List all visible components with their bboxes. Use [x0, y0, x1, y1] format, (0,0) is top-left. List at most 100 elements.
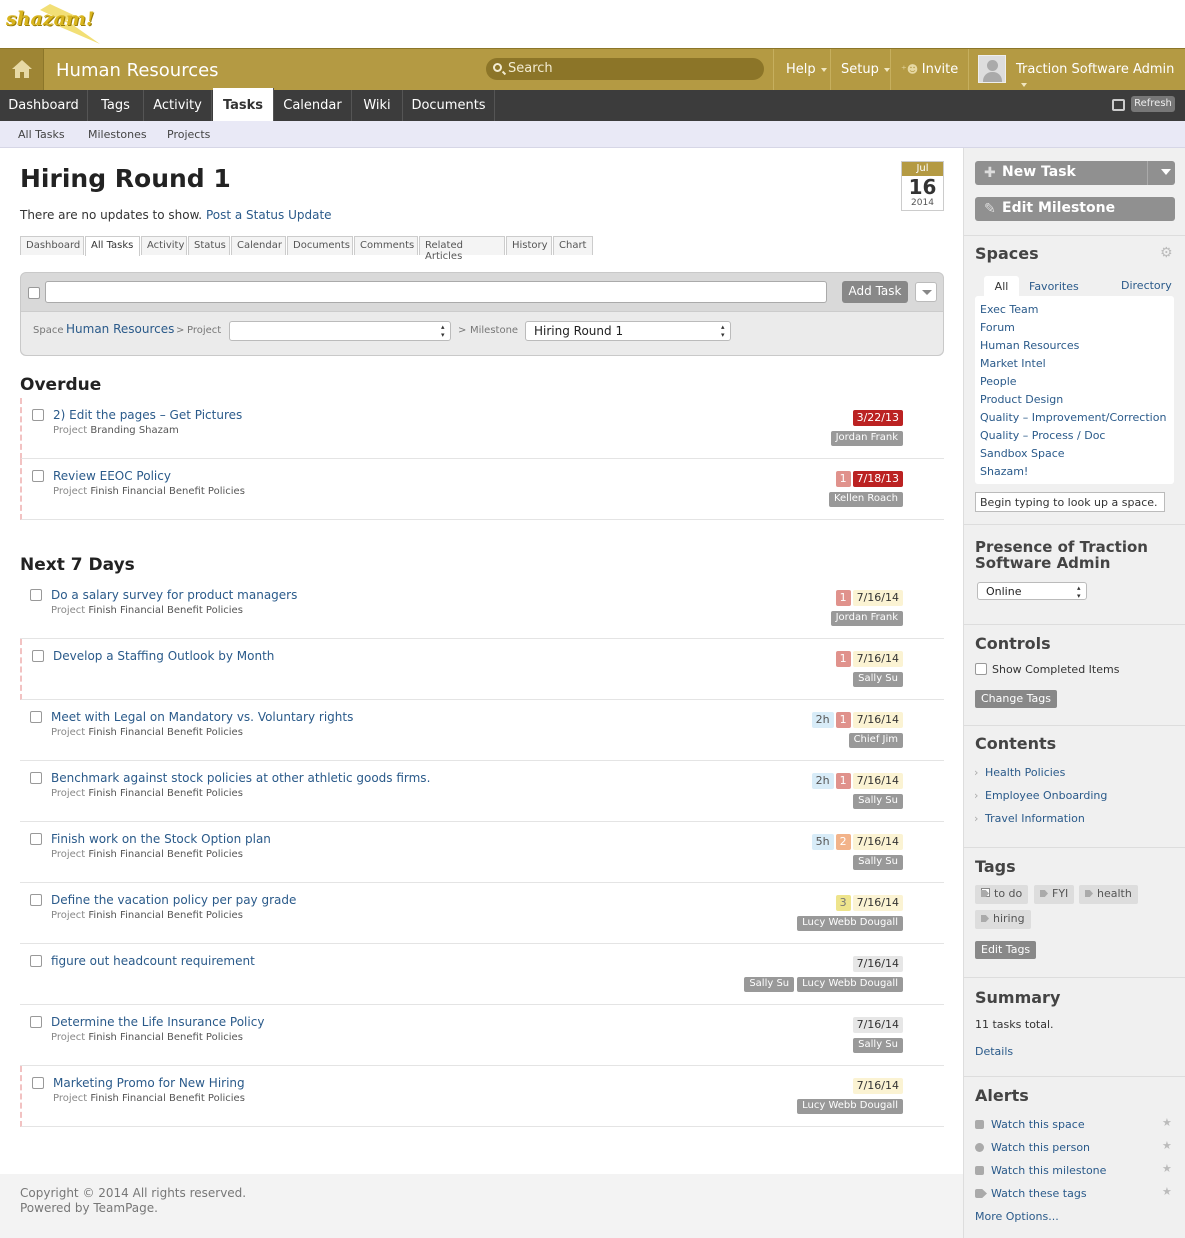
task-checkbox[interactable] [30, 955, 42, 967]
project-name[interactable]: Finish Financial Benefit Policies [90, 486, 245, 497]
task-title[interactable]: 2) Edit the pages – Get Pictures [53, 408, 242, 422]
ptab-history[interactable]: History [506, 236, 552, 255]
presence-select[interactable]: Online [977, 582, 1087, 600]
project-select[interactable] [229, 321, 451, 341]
ptab-documents[interactable]: Documents [287, 236, 353, 255]
task-checkbox[interactable] [32, 650, 44, 662]
ptab-all-tasks[interactable]: All Tasks [85, 236, 140, 256]
assignee-badge[interactable]: Lucy Webb Dougall [797, 1099, 903, 1114]
assignee-badge[interactable]: Sally Su [853, 794, 903, 809]
setup-menu[interactable]: Setup [830, 49, 890, 90]
assignee-badge[interactable]: Sally Su [853, 672, 903, 687]
watch-milestone-link[interactable]: Watch this milestone [991, 1164, 1106, 1177]
assignee-badge[interactable]: Jordan Frank [830, 611, 903, 626]
task-title[interactable]: Benchmark against stock policies at othe… [51, 771, 430, 785]
task-title[interactable]: Do a salary survey for product managers [51, 588, 297, 602]
tab-dashboard[interactable]: Dashboard [0, 90, 88, 121]
more-options-link[interactable]: More Options... [975, 1210, 1059, 1223]
task-title[interactable]: figure out headcount requirement [51, 954, 255, 968]
contents-item[interactable]: Health Policies [974, 766, 1065, 779]
task-title[interactable]: Review EEOC Policy [53, 469, 171, 483]
gear-icon[interactable]: ⚙ [1160, 245, 1173, 261]
tab-tasks[interactable]: Tasks [213, 88, 274, 121]
task-title[interactable]: Develop a Staffing Outlook by Month [53, 649, 274, 663]
space-link[interactable]: Forum [980, 321, 1015, 334]
ptab-calendar[interactable]: Calendar [231, 236, 286, 255]
task-checkbox[interactable] [32, 1077, 44, 1089]
show-completed-checkbox[interactable] [975, 663, 987, 675]
help-menu[interactable]: Help [773, 49, 831, 90]
home-button[interactable] [0, 49, 44, 90]
project-name[interactable]: Finish Financial Benefit Policies [88, 727, 243, 738]
search-input[interactable]: Search [486, 58, 764, 80]
post-status-link[interactable]: Post a Status Update [206, 208, 332, 222]
space-link[interactable]: Shazam! [980, 465, 1028, 478]
space-link[interactable]: Human Resources [66, 322, 174, 336]
space-lookup-input[interactable]: Begin typing to look up a space. [975, 492, 1165, 512]
new-task-dropdown[interactable] [1147, 161, 1175, 185]
tab-tags[interactable]: Tags [88, 90, 144, 121]
watch-tags-link[interactable]: Watch these tags [991, 1187, 1087, 1200]
project-name[interactable]: Finish Financial Benefit Policies [88, 605, 243, 616]
add-task-button[interactable]: Add Task [842, 281, 908, 303]
space-link[interactable]: Exec Team [980, 303, 1039, 316]
assignee-badge[interactable]: Jordan Frank [830, 431, 903, 446]
tag-health[interactable]: health [1079, 885, 1138, 904]
task-checkbox[interactable] [30, 711, 42, 723]
space-link[interactable]: Product Design [980, 393, 1063, 406]
space-link[interactable]: Sandbox Space [980, 447, 1065, 460]
space-title[interactable]: Human Resources [56, 60, 219, 81]
watch-person-link[interactable]: Watch this person [991, 1141, 1090, 1154]
select-all-checkbox[interactable] [28, 287, 40, 299]
tag-to-do[interactable]: to do [975, 885, 1029, 904]
new-task-input[interactable] [45, 281, 827, 303]
task-checkbox[interactable] [30, 833, 42, 845]
assignee-badge[interactable]: Sally Su [744, 977, 795, 992]
tab-wiki[interactable]: Wiki [352, 90, 403, 121]
subnav-all-tasks[interactable]: All Tasks [18, 128, 65, 141]
project-name[interactable]: Finish Financial Benefit Policies [88, 1032, 243, 1043]
task-checkbox[interactable] [32, 470, 44, 482]
task-title[interactable]: Define the vacation policy per pay grade [51, 893, 296, 907]
task-title[interactable]: Finish work on the Stock Option plan [51, 832, 271, 846]
project-name[interactable]: Finish Financial Benefit Policies [88, 788, 243, 799]
space-link[interactable]: Market Intel [980, 357, 1046, 370]
refresh-button[interactable]: Refresh [1131, 96, 1175, 112]
milestone-select[interactable]: Hiring Round 1 [525, 321, 731, 341]
task-title[interactable]: Determine the Life Insurance Policy [51, 1015, 264, 1029]
print-icon[interactable] [1112, 99, 1125, 111]
spaces-tab-favorites[interactable]: Favorites [1029, 280, 1079, 293]
star-icon[interactable]: ★ [1162, 1116, 1172, 1129]
project-name[interactable]: Finish Financial Benefit Policies [88, 910, 243, 921]
project-name[interactable]: Branding Shazam [90, 425, 178, 436]
ptab-activity[interactable]: Activity [141, 236, 187, 255]
space-link[interactable]: People [980, 375, 1017, 388]
subnav-milestones[interactable]: Milestones [88, 128, 147, 141]
assignee-badge[interactable]: Chief Jim [848, 733, 903, 748]
task-checkbox[interactable] [32, 409, 44, 421]
edit-tags-button[interactable]: Edit Tags [975, 941, 1037, 959]
assignee-badge[interactable]: Kellen Roach [828, 492, 903, 507]
star-icon[interactable]: ★ [1162, 1185, 1172, 1198]
avatar[interactable] [978, 55, 1006, 83]
star-icon[interactable]: ★ [1162, 1139, 1172, 1152]
contents-item[interactable]: Employee Onboarding [974, 789, 1107, 802]
edit-milestone-button[interactable]: ✎ Edit Milestone [975, 197, 1175, 221]
star-icon[interactable]: ★ [1162, 1162, 1172, 1175]
project-name[interactable]: Finish Financial Benefit Policies [88, 849, 243, 860]
change-tags-button[interactable]: Change Tags [975, 690, 1057, 708]
task-title[interactable]: Meet with Legal on Mandatory vs. Volunta… [51, 710, 353, 724]
subnav-projects[interactable]: Projects [167, 128, 210, 141]
task-title[interactable]: Marketing Promo for New Hiring [53, 1076, 245, 1090]
ptab-comments[interactable]: Comments [354, 236, 418, 255]
ptab-related-articles[interactable]: Related Articles [419, 236, 505, 262]
project-name[interactable]: Finish Financial Benefit Policies [90, 1093, 245, 1104]
new-task-button[interactable]: ✚ New Task [975, 161, 1175, 185]
add-task-options-dropdown[interactable] [915, 282, 937, 302]
space-link[interactable]: Quality – Improvement/Correction [980, 411, 1166, 424]
task-checkbox[interactable] [30, 772, 42, 784]
details-link[interactable]: Details [975, 1045, 1013, 1058]
tag-hiring[interactable]: hiring [975, 910, 1031, 929]
contents-item[interactable]: Travel Information [974, 812, 1085, 825]
invite-button[interactable]: ⁺☻ Invite [890, 49, 968, 90]
